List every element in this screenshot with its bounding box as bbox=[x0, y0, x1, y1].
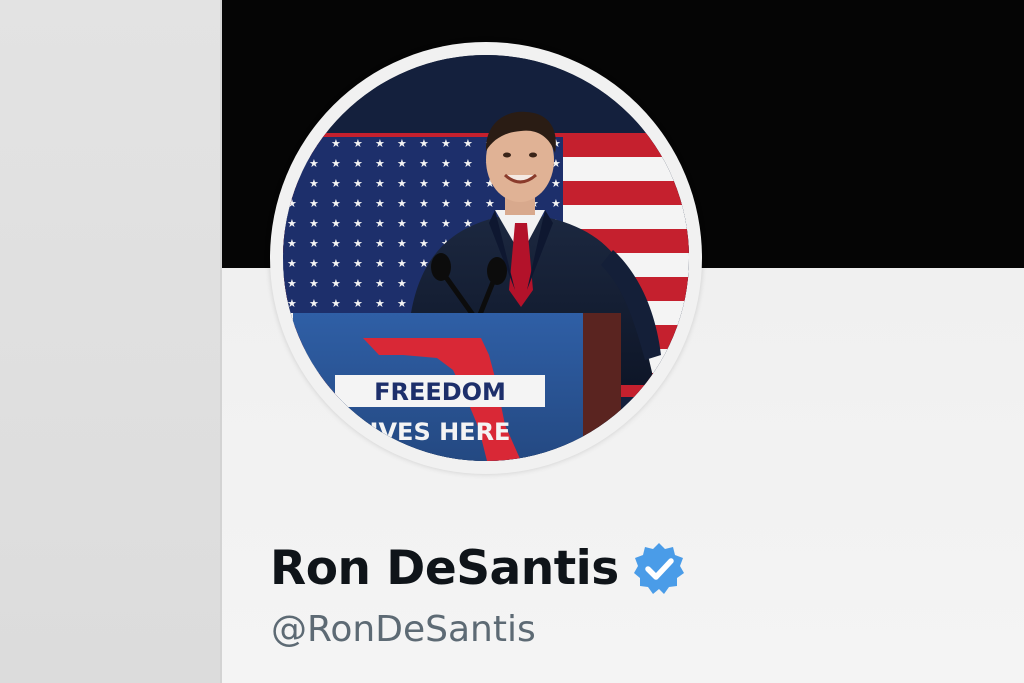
avatar-photo: ★ bbox=[283, 55, 689, 461]
user-handle: @RonDeSantis bbox=[271, 609, 536, 650]
avatar[interactable]: ★ bbox=[283, 55, 689, 461]
browser-screen: ★ bbox=[0, 0, 1024, 683]
podium-sign-line1: FREEDOM bbox=[374, 378, 506, 406]
display-name-row: Ron DeSantis bbox=[270, 532, 687, 604]
verified-badge-icon[interactable] bbox=[631, 540, 687, 596]
display-name: Ron DeSantis bbox=[270, 540, 619, 596]
left-nav-column bbox=[0, 0, 222, 683]
